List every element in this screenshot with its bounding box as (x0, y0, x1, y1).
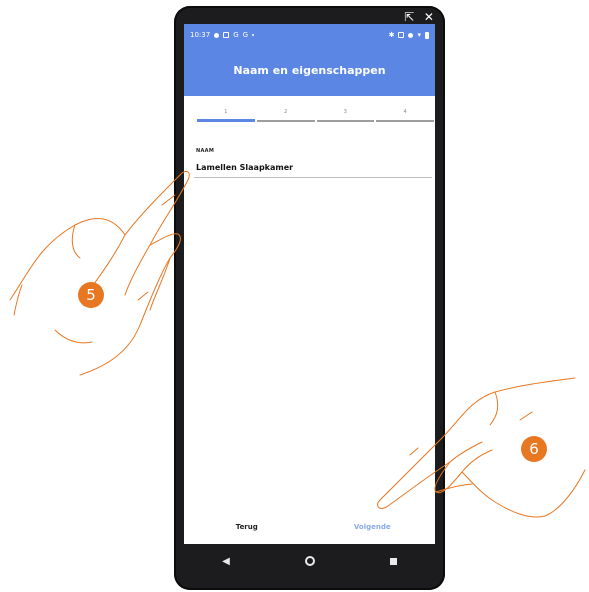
app-screen: 10:37 G G ✱ ▾ Naam en eigenschappen 1 2 (184, 24, 435, 544)
nav-back-icon[interactable]: ◀ (211, 556, 241, 567)
step-marker-5: 5 (78, 282, 104, 308)
step-label: 1 (224, 109, 228, 115)
status-time: 10:37 (190, 31, 211, 39)
bluetooth-icon: ✱ (388, 31, 395, 39)
name-field-label: NAAM (196, 148, 215, 154)
status-bar: 10:37 G G ✱ ▾ (184, 24, 435, 46)
window-controls[interactable]: ⇱ ✕ (404, 10, 437, 24)
nav-home-icon[interactable] (305, 556, 315, 566)
page-title: Naam en eigenschappen (233, 64, 386, 77)
battery-icon (425, 31, 429, 39)
step-label: 2 (284, 109, 288, 115)
notification-icon (214, 32, 220, 38)
back-button[interactable]: Terug (184, 522, 310, 532)
step-2: 2 (256, 104, 316, 124)
step-label: 3 (343, 109, 347, 115)
step-marker-6: 6 (521, 436, 547, 462)
name-input[interactable] (194, 158, 432, 178)
more-notifications-icon (252, 34, 255, 36)
calendar-icon (223, 32, 230, 38)
step-progress-bar (316, 120, 375, 122)
step-4: 4 (375, 104, 435, 124)
step-progress-bar (376, 120, 434, 122)
step-progress-bar (256, 120, 315, 122)
app-header: 10:37 G G ✱ ▾ Naam en eigenschappen (184, 24, 435, 96)
step-progress-bar (197, 119, 255, 122)
system-nav-bar: ◀ (184, 544, 435, 578)
step-indicator: 1 2 3 4 (196, 104, 435, 124)
nav-recents-icon[interactable] (390, 557, 397, 565)
step-1: 1 (196, 104, 256, 124)
wifi-icon: ▾ (417, 31, 421, 39)
step-label: 4 (403, 109, 407, 115)
google-icon-2: G (242, 31, 249, 39)
nfc-icon (398, 32, 405, 38)
wizard-footer: Terug Volgende (184, 510, 435, 544)
next-button[interactable]: Volgende (310, 522, 436, 532)
google-icon: G (233, 31, 239, 39)
alarm-icon (408, 32, 414, 38)
step-3: 3 (316, 104, 376, 124)
